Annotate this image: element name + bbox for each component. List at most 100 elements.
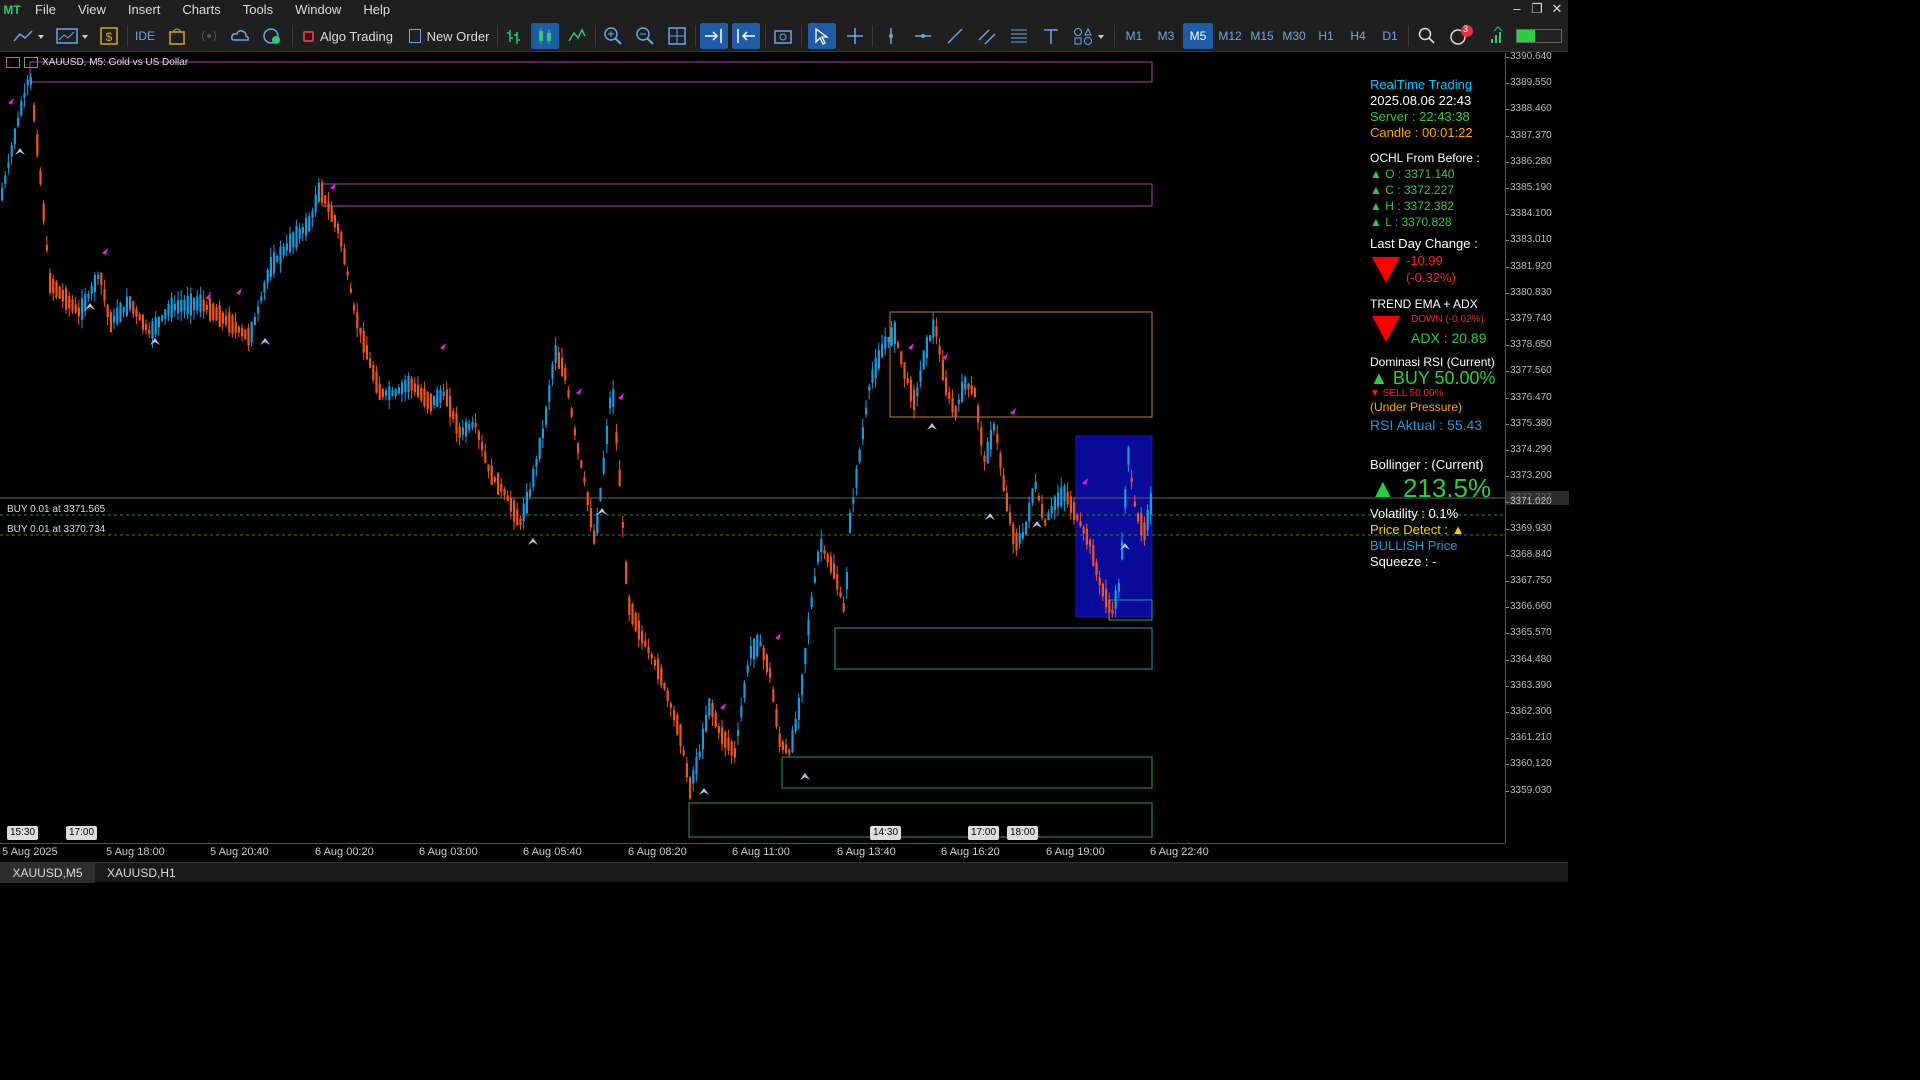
timeframe-h4[interactable]: H4: [1343, 23, 1373, 49]
candle-body: [449, 395, 452, 418]
new-order-button[interactable]: New Order: [404, 23, 494, 49]
candlestick-chart-icon[interactable]: [531, 23, 559, 49]
signal-icon[interactable]: [198, 23, 220, 49]
candle-body: [615, 432, 618, 444]
chart-menu-icon[interactable]: [6, 57, 20, 68]
algo-trading-button[interactable]: Algo Trading: [298, 23, 398, 49]
vertical-line-icon[interactable]: [878, 23, 904, 49]
candle-body: [506, 495, 509, 502]
candle-body: [196, 296, 199, 311]
squeeze: Squeeze : -: [1370, 554, 1437, 569]
chart-shift-icon[interactable]: [732, 23, 760, 49]
candle-body: [916, 387, 919, 397]
candle-body: [589, 508, 592, 528]
price-tick: 3389.550: [1506, 77, 1552, 89]
menu-tools[interactable]: Tools: [232, 0, 284, 19]
price-tick: 3363.390: [1506, 679, 1552, 691]
menu-insert[interactable]: Insert: [117, 0, 172, 19]
chart-window-icon[interactable]: [24, 57, 38, 68]
notifications-icon[interactable]: 3: [1446, 23, 1476, 49]
candle-body: [55, 281, 58, 298]
dollar-icon[interactable]: $: [97, 23, 121, 49]
trend-title: TREND EMA + ADX: [1370, 297, 1478, 311]
timeframe-m1[interactable]: M1: [1119, 23, 1149, 49]
menu-window[interactable]: Window: [284, 0, 352, 19]
time-scale[interactable]: 5 Aug 2025 5 Aug 18:00 5 Aug 20:40 6 Aug 00…: [0, 843, 1505, 861]
auto-scroll-icon[interactable]: [700, 23, 728, 49]
candle-body: [282, 246, 285, 256]
candle-body: [129, 296, 132, 310]
price-tick: 3387.370: [1506, 129, 1552, 141]
zoom-in-icon[interactable]: [600, 23, 626, 49]
fibonacci-icon[interactable]: [1006, 23, 1032, 49]
sell-signal-arrow: [908, 343, 914, 350]
candle-body: [269, 257, 272, 277]
candle-body: [829, 556, 832, 573]
candle-body: [865, 407, 868, 415]
ide-button[interactable]: IDE: [133, 23, 157, 49]
order-label-2[interactable]: BUY 0.01 at 3370.734: [7, 524, 105, 535]
zoom-out-icon[interactable]: [632, 23, 658, 49]
menu-view[interactable]: View: [67, 0, 117, 19]
vps-globe-icon[interactable]: [261, 23, 283, 49]
cloud-icon[interactable]: [229, 23, 251, 49]
timeframe-m15[interactable]: M15: [1247, 23, 1277, 49]
crosshair-icon[interactable]: [842, 23, 868, 49]
candle-body: [276, 256, 279, 262]
candle-body: [289, 233, 292, 253]
buy-signal-arrow: [85, 303, 95, 310]
timeframe-d1[interactable]: D1: [1375, 23, 1405, 49]
sell-signal-arrow: [236, 288, 242, 295]
candle-body: [1137, 513, 1140, 522]
candle-body: [132, 301, 135, 315]
chart-template-dropdown-icon[interactable]: [52, 23, 92, 49]
cursor-icon[interactable]: [808, 23, 836, 49]
timeframe-m12[interactable]: M12: [1215, 23, 1245, 49]
candle-body: [202, 299, 205, 312]
shapes-dropdown-icon[interactable]: [1070, 23, 1110, 49]
restore-icon[interactable]: ❐: [1526, 0, 1548, 19]
time-tick: 6 Aug 08:20: [628, 846, 687, 858]
close-icon[interactable]: ✕: [1546, 0, 1568, 19]
candle-body: [906, 378, 909, 384]
price-chart[interactable]: [0, 53, 1505, 843]
candle-body: [1041, 504, 1044, 518]
trend-line-icon[interactable]: [942, 23, 968, 49]
order-label-1[interactable]: BUY 0.01 at 3371.565: [7, 504, 105, 515]
tab-xauusd-m5[interactable]: XAUUSD,M5: [0, 863, 95, 883]
candle-body: [1047, 512, 1050, 520]
chart-area[interactable]: XAUUSD, M5: Gold vs US Dollar BUY 0.01 a…: [0, 53, 1505, 843]
ochl-high: ▲ H : 3372.382: [1370, 199, 1454, 213]
price-scale[interactable]: 3390.640 3389.550 3388.460 3387.370 3386.280…: [1505, 51, 1569, 843]
candle-body: [39, 170, 42, 185]
timeframe-h1[interactable]: H1: [1311, 23, 1341, 49]
text-tool-icon[interactable]: [1038, 23, 1064, 49]
menu-help[interactable]: Help: [352, 0, 401, 19]
candle-body: [225, 316, 228, 325]
channel-icon[interactable]: [974, 23, 1000, 49]
timeframe-m30[interactable]: M30: [1279, 23, 1309, 49]
minimize-icon[interactable]: –: [1506, 0, 1528, 19]
signal-strength-icon[interactable]: [1486, 23, 1510, 49]
menu-file[interactable]: File: [24, 0, 67, 19]
menu-charts[interactable]: Charts: [171, 0, 231, 19]
candle-body: [573, 428, 576, 436]
timeframe-m3[interactable]: M3: [1151, 23, 1181, 49]
candle-body: [362, 330, 365, 353]
screenshot-icon[interactable]: [770, 23, 796, 49]
bollinger-title: Bollinger : (Current): [1370, 457, 1484, 472]
bar-chart-icon[interactable]: [501, 23, 527, 49]
horizontal-line-icon[interactable]: [910, 23, 936, 49]
candle-body: [436, 389, 439, 407]
tile-windows-icon[interactable]: [664, 23, 690, 49]
timeframe-m5[interactable]: M5: [1183, 23, 1213, 49]
candle-body: [1044, 519, 1047, 526]
candle-body: [234, 321, 237, 333]
candle-body: [1060, 487, 1063, 507]
market-bag-icon[interactable]: [166, 23, 188, 49]
candle-body: [676, 714, 679, 735]
line-chart-icon[interactable]: [564, 23, 590, 49]
tab-xauusd-h1[interactable]: XAUUSD,H1: [95, 863, 188, 883]
search-icon[interactable]: [1414, 23, 1440, 49]
line-chart-dropdown-icon[interactable]: [8, 23, 48, 49]
